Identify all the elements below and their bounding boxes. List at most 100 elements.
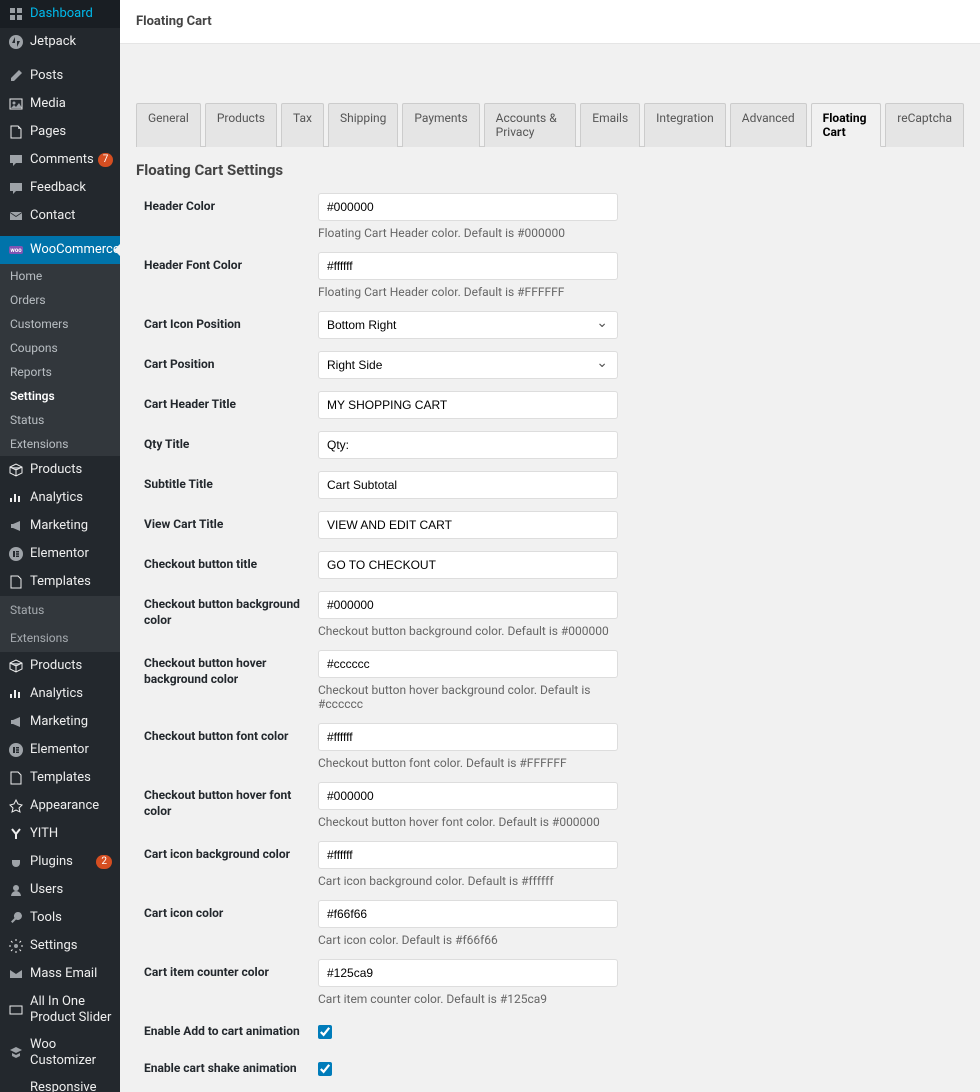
tab-advanced[interactable]: Advanced [730, 103, 807, 147]
submenu-item-reports[interactable]: Reports [0, 360, 120, 384]
sidebar-item-dashboard[interactable]: Dashboard [0, 0, 120, 28]
counter_color-input[interactable] [318, 959, 618, 987]
checkout_font-input[interactable] [318, 723, 618, 751]
qty_title-input[interactable] [318, 431, 618, 459]
enable_shake_anim-checkbox[interactable] [318, 1062, 332, 1076]
tab-shipping[interactable]: Shipping [328, 103, 398, 147]
field-icon_bg: Cart icon background colorCart icon back… [136, 841, 964, 888]
tab-payments[interactable]: Payments [402, 103, 479, 147]
sidebar-item-media[interactable]: Media [0, 90, 120, 118]
yith-icon [8, 826, 24, 842]
main-content: Floating Cart GeneralProductsTaxShipping… [120, 0, 980, 1092]
enable_add_anim-checkbox[interactable] [318, 1025, 332, 1039]
tab-recaptcha[interactable]: reCaptcha [885, 103, 964, 147]
sidebar-item-mass-email[interactable]: Mass Email [0, 960, 120, 988]
sidebar-item-products[interactable]: Products [0, 652, 120, 680]
field-desc: Checkout button background color. Defaul… [318, 624, 618, 638]
field-desc: Cart item counter color. Default is #125… [318, 992, 618, 1006]
field-subtitle_title: Subtitle Title [136, 471, 964, 499]
tab-tax[interactable]: Tax [281, 103, 324, 147]
sidebar-item-tools[interactable]: Tools [0, 904, 120, 932]
sidebar-item-marketing[interactable]: Marketing [0, 512, 120, 540]
tab-accounts-privacy[interactable]: Accounts & Privacy [484, 103, 577, 147]
sidebar-item-templates[interactable]: Templates [0, 764, 120, 792]
field-label: Qty Title [144, 431, 318, 453]
cart_header_title-input[interactable] [318, 391, 618, 419]
tab-integration[interactable]: Integration [644, 103, 726, 147]
field-label: Checkout button hover font color [144, 782, 318, 819]
sidebar-item-analytics[interactable]: Analytics [0, 680, 120, 708]
sidebar-item-posts[interactable]: Posts [0, 62, 120, 90]
header_font_color-input[interactable] [318, 252, 618, 280]
sidebar-item-label: Products [30, 462, 112, 478]
header_color-input[interactable] [318, 193, 618, 221]
sidebar-item-pages[interactable]: Pages [0, 118, 120, 146]
products-icon [8, 658, 24, 674]
sidebar-item-label: Appearance [30, 798, 112, 814]
submenu-item-orders[interactable]: Orders [0, 288, 120, 312]
field-label: Cart Position [144, 351, 318, 373]
settings-content: GeneralProductsTaxShippingPaymentsAccoun… [120, 44, 980, 1092]
sidebar-item-elementor[interactable]: Elementor [0, 540, 120, 568]
sidebar-item-extensions[interactable]: Extensions [0, 624, 120, 652]
submenu-item-settings[interactable]: Settings [0, 384, 120, 408]
sidebar-item-contact[interactable]: Contact [0, 202, 120, 230]
subtitle_title-input[interactable] [318, 471, 618, 499]
sidebar-item-label: Marketing [30, 518, 112, 534]
email-icon [8, 966, 24, 982]
view_cart_title-input[interactable] [318, 511, 618, 539]
checkout_bg-input[interactable] [318, 591, 618, 619]
submenu-item-customers[interactable]: Customers [0, 312, 120, 336]
sidebar-item-label: Pages [30, 124, 112, 140]
sidebar-item-products[interactable]: Products [0, 456, 120, 484]
field-cart_icon_position: Cart Icon PositionBottom Right [136, 311, 964, 339]
field-input-wrap: Checkout button hover background color. … [318, 650, 618, 711]
sidebar-item-label: Comments [30, 152, 94, 168]
sidebar-item-label: Marketing [30, 714, 112, 730]
sidebar-item-label: All In One Product Slider [30, 994, 112, 1025]
icon_color-input[interactable] [318, 900, 618, 928]
jetpack-icon [8, 34, 24, 50]
page-title: Floating Cart [136, 14, 964, 29]
submenu-item-home[interactable]: Home [0, 264, 120, 288]
products-icon [8, 462, 24, 478]
sidebar-item-all-in-one-product-slider[interactable]: All In One Product Slider [0, 988, 120, 1031]
sidebar-item-comments[interactable]: Comments 7 [0, 146, 120, 174]
sidebar-item-jetpack[interactable]: Jetpack [0, 28, 120, 56]
sidebar-item-users[interactable]: Users [0, 876, 120, 904]
icon_bg-input[interactable] [318, 841, 618, 869]
cart_icon_position-select[interactable]: Bottom Right [318, 311, 618, 339]
field-input-wrap: Floating Cart Header color. Default is #… [318, 193, 618, 240]
settings-tabs: GeneralProductsTaxShippingPaymentsAccoun… [136, 102, 964, 147]
sidebar-item-yith[interactable]: YITH [0, 820, 120, 848]
cart_position-select[interactable]: Right Side [318, 351, 618, 379]
badge: 7 [98, 153, 114, 167]
checkout_hover_font-input[interactable] [318, 782, 618, 810]
tab-floating-cart[interactable]: Floating Cart [811, 103, 882, 147]
submenu-item-extensions[interactable]: Extensions [0, 432, 120, 456]
field-view_cart_title: View Cart Title [136, 511, 964, 539]
sidebar-item-templates[interactable]: Templates [0, 568, 120, 596]
sidebar-item-appearance[interactable]: Appearance [0, 792, 120, 820]
sidebar-item-settings[interactable]: Settings [0, 932, 120, 960]
submenu-item-coupons[interactable]: Coupons [0, 336, 120, 360]
sidebar-item-responsive-slider-plus-lightbox[interactable]: Responsive Slider plus Lightbox [0, 1074, 120, 1092]
sidebar-item-plugins[interactable]: Plugins2 [0, 848, 120, 876]
checkout_hover_bg-input[interactable] [318, 650, 618, 678]
checkout_button_title-input[interactable] [318, 551, 618, 579]
tab-general[interactable]: General [136, 103, 201, 147]
sidebar-item-feedback[interactable]: Feedback [0, 174, 120, 202]
tab-products[interactable]: Products [205, 103, 277, 147]
field-input-wrap: Cart icon color. Default is #f66f66 [318, 900, 618, 947]
sidebar-item-analytics[interactable]: Analytics [0, 484, 120, 512]
submenu-item-status[interactable]: Status [0, 408, 120, 432]
sidebar-item-status[interactable]: Status [0, 596, 120, 624]
sidebar-item-marketing[interactable]: Marketing [0, 708, 120, 736]
feedback-icon [8, 180, 24, 196]
sidebar-item-woo-customizer[interactable]: Woo Customizer [0, 1031, 120, 1074]
tab-emails[interactable]: Emails [580, 103, 640, 147]
field-input-wrap: Cart item counter color. Default is #125… [318, 959, 618, 1006]
tools-icon [8, 910, 24, 926]
sidebar-item-elementor[interactable]: Elementor [0, 736, 120, 764]
sidebar-item-woocommerce[interactable]: wooWooCommerce [0, 236, 120, 264]
